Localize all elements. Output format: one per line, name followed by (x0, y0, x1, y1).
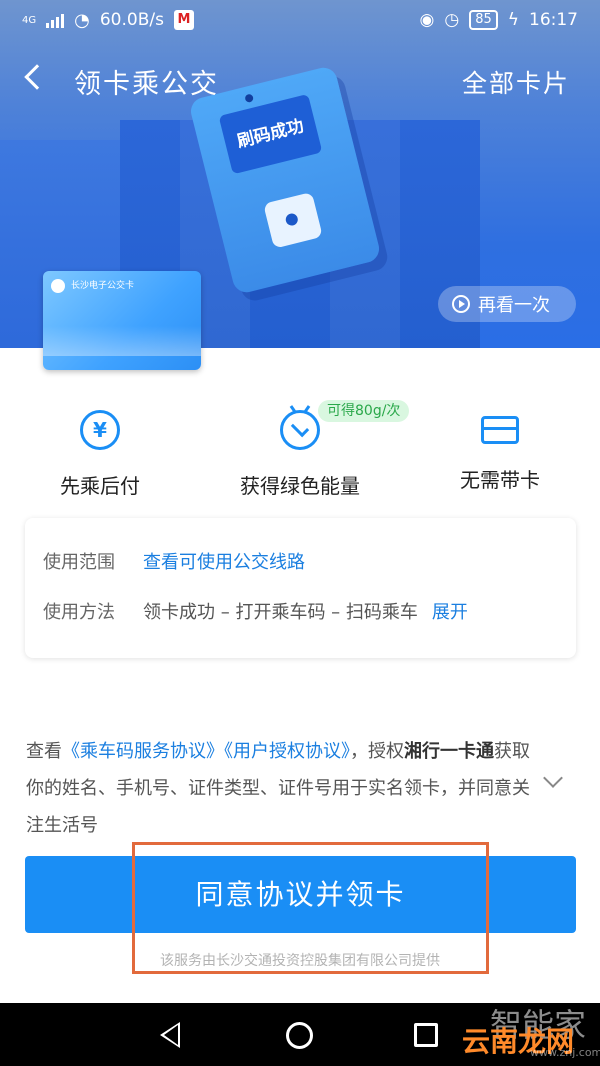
replay-button[interactable]: 再看一次 (438, 286, 576, 322)
company-name: 湘行一卡通 (404, 741, 494, 762)
watermark-url: www.znj.com (530, 1046, 600, 1059)
method-row: 使用方法 领卡成功 – 打开乘车码 – 扫码乘车 展开 (43, 598, 468, 624)
all-cards-link[interactable]: 全部卡片 (462, 64, 570, 100)
agreement-text: 查看《乘车码服务协议》《用户授权协议》，授权湘行一卡通获取你的姓名、手机号、证件… (26, 733, 536, 844)
bus-card-image: 长沙电子公交卡 (43, 271, 201, 370)
alarm-icon: ◷ (444, 10, 460, 30)
leaf-icon (280, 410, 320, 450)
card-skyline (43, 326, 201, 356)
yen-icon: ¥ (80, 410, 120, 450)
card-icon (481, 416, 519, 444)
view-bus-lines-link[interactable]: 查看可使用公交线路 (143, 548, 305, 574)
feature-no-card: 无需带卡 (400, 400, 600, 493)
agreement-prefix: 查看 (26, 741, 62, 762)
page-title: 领卡乘公交 (74, 69, 219, 100)
feature-label: 先乘后付 (60, 474, 140, 498)
eye-icon: ◉ (419, 10, 435, 30)
charging-icon: ϟ (507, 10, 519, 30)
feature-row: ¥ 先乘后付 获得绿色能量 无需带卡 (0, 400, 600, 500)
replay-icon (452, 295, 470, 313)
clock-time: 16:17 (529, 10, 578, 30)
energy-badge: 可得80g/次 (318, 400, 410, 422)
wifi-icon: ◔ (74, 9, 90, 31)
method-label: 使用方法 (43, 602, 115, 623)
expand-link[interactable]: 展开 (432, 598, 468, 624)
scope-label: 使用范围 (43, 552, 115, 573)
card-logo-icon (51, 279, 65, 293)
battery-level: 85 (469, 10, 498, 30)
status-bar: 4G ◔ 60.0B/s M ◉ ◷ 85 ϟ 16:17 (0, 0, 600, 40)
feature-pay-later: ¥ 先乘后付 (0, 400, 200, 499)
feature-label: 获得绿色能量 (240, 474, 360, 498)
home-circle-icon[interactable] (286, 1022, 313, 1049)
user-authorization-link[interactable]: 《用户授权协议》 (224, 741, 350, 762)
method-steps: 领卡成功 – 打开乘车码 – 扫码乘车 (143, 602, 418, 623)
reader-sensor (263, 191, 323, 249)
network-type: 4G (22, 14, 37, 26)
back-arrow-icon[interactable] (24, 64, 50, 90)
back-triangle-icon[interactable] (160, 1022, 180, 1048)
chevron-down-icon[interactable] (543, 768, 563, 788)
annotation-highlight-box (132, 842, 489, 974)
usage-info-card: 使用范围 查看可使用公交线路 使用方法 领卡成功 – 打开乘车码 – 扫码乘车 … (25, 518, 576, 658)
recents-square-icon[interactable] (414, 1023, 438, 1047)
agreement-mid: ，授权 (350, 741, 404, 762)
scope-row: 使用范围 查看可使用公交线路 (43, 548, 305, 574)
replay-label: 再看一次 (478, 295, 550, 316)
signal-icon (46, 12, 65, 28)
card-name: 长沙电子公交卡 (71, 281, 135, 291)
app-notification-icon: M (173, 10, 194, 30)
network-speed: 60.0B/s (99, 10, 164, 30)
feature-label: 无需带卡 (460, 468, 540, 492)
ride-code-agreement-link[interactable]: 《乘车码服务协议》 (62, 741, 224, 762)
nav-bar: 领卡乘公交 全部卡片 (0, 52, 600, 108)
